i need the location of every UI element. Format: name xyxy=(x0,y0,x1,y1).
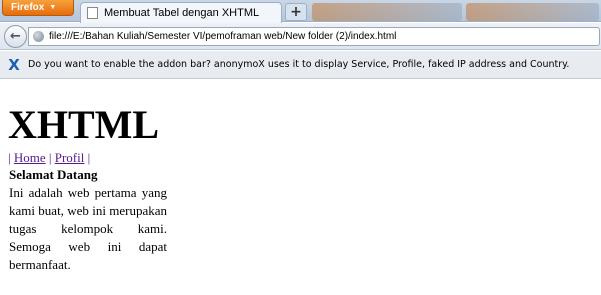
menu-separator: | xyxy=(8,150,11,165)
tab-background-2[interactable] xyxy=(466,3,599,21)
welcome-section: Selamat Datang Ini adalah web pertama ya… xyxy=(9,166,167,274)
dropdown-arrow-icon: ▼ xyxy=(49,4,57,11)
notification-message: Do you want to enable the addon bar? ano… xyxy=(28,59,570,70)
addon-notification-bar: X Do you want to enable the addon bar? a… xyxy=(0,51,601,79)
menu-link-home[interactable]: Home xyxy=(14,150,46,165)
tab-active[interactable]: Membuat Tabel dengan XHTML xyxy=(80,2,282,23)
back-button[interactable]: ← xyxy=(4,25,27,48)
back-arrow-icon: ← xyxy=(10,29,21,44)
firefox-menu-button[interactable]: Firefox ▼ xyxy=(2,0,74,16)
plus-icon: + xyxy=(290,4,302,20)
tab-strip: Firefox ▼ Membuat Tabel dengan XHTML + xyxy=(0,0,601,23)
menu-link-profil[interactable]: Profil xyxy=(55,150,85,165)
new-tab-button[interactable]: + xyxy=(285,3,307,21)
navigation-bar: ← file:///E:/Bahan Kuliah/Semester VI/pe… xyxy=(0,23,601,50)
page-title: XHTML xyxy=(8,102,160,147)
page-icon xyxy=(87,7,98,19)
welcome-paragraph: Ini adalah web pertama yang kami buat, w… xyxy=(9,185,167,272)
url-bar[interactable]: file:///E:/Bahan Kuliah/Semester VI/pemo… xyxy=(28,27,600,46)
url-text: file:///E:/Bahan Kuliah/Semester VI/pemo… xyxy=(49,31,397,42)
tab-title: Membuat Tabel dengan XHTML xyxy=(104,7,260,19)
globe-icon[interactable] xyxy=(33,31,44,42)
anonymox-x-icon: X xyxy=(8,55,20,74)
welcome-heading: Selamat Datang xyxy=(9,167,98,182)
firefox-menu-label: Firefox xyxy=(11,2,45,13)
tab-background-1[interactable] xyxy=(312,3,462,21)
menu-separator: | xyxy=(87,150,91,165)
nav-menu: | Home | Profil | xyxy=(8,150,90,166)
page-content: XHTML | Home | Profil | Selamat Datang I… xyxy=(0,80,601,295)
menu-separator: | xyxy=(48,150,52,165)
